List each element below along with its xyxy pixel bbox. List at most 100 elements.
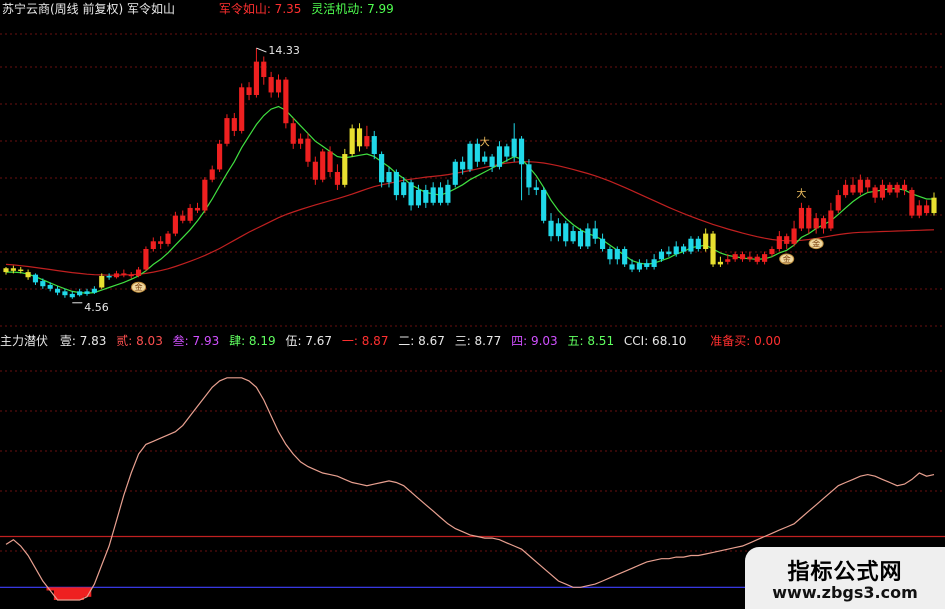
watermark-title: 指标公式网 (787, 560, 903, 585)
oscillator-name: 主力潜伏 (0, 334, 49, 348)
candle-body (533, 187, 539, 190)
candle-body (555, 223, 561, 237)
candle-body (725, 259, 731, 262)
candle-body (570, 231, 576, 242)
candle-body (312, 161, 318, 180)
candle-body (658, 251, 665, 260)
candle-body (10, 268, 16, 271)
candle-body (622, 249, 628, 265)
candle-body (526, 164, 532, 188)
candle-body (290, 123, 296, 144)
candle-body (371, 136, 377, 155)
oversold-bar (53, 587, 62, 600)
site-watermark: 指标公式网 www.zbgs3.com (745, 547, 945, 609)
candle-body (356, 128, 363, 147)
candle-body (894, 184, 900, 193)
buy-signal-text: 金 (135, 282, 143, 292)
candle-body (607, 249, 613, 260)
candle-body (165, 233, 171, 244)
oscillator-panel-header: 主力潜伏 壹: 7.83 贰: 8.03 叁: 7.93 肆: 8.19 伍: … (0, 334, 787, 348)
candle-body (408, 182, 414, 206)
candle-body (798, 207, 805, 229)
candle-body (762, 254, 768, 262)
candle-body (887, 184, 893, 193)
candle-body (541, 189, 547, 221)
candle-body (275, 79, 282, 93)
osc-item: 一: 8.87 (341, 334, 389, 348)
osc-item: 叁: 7.93 (172, 334, 220, 348)
candle-body (452, 161, 458, 185)
candle-body (629, 264, 635, 270)
candle-body (62, 291, 68, 296)
oversold-bar (68, 587, 77, 600)
candle-body (3, 268, 9, 273)
candle-body (386, 172, 392, 183)
buy-signal-text: 金 (812, 239, 820, 249)
candle-body (40, 281, 46, 287)
annotation-label: 14.33 (268, 44, 300, 57)
candle-body (320, 151, 326, 180)
candle-body (121, 273, 127, 275)
candle-body (813, 218, 819, 229)
annotation-arrow (256, 47, 267, 53)
candle-body (489, 156, 495, 167)
star-signal-icon: 大 (796, 187, 806, 200)
candle-body (843, 184, 849, 196)
candle-body (644, 263, 650, 267)
candle-body (791, 228, 797, 244)
buy-signal-text: 金 (783, 254, 791, 264)
candle-body (106, 275, 112, 278)
candle-body (283, 79, 289, 124)
candle-body (415, 189, 422, 206)
candle-body (135, 269, 142, 276)
candle-body (850, 184, 856, 193)
star-signal-icon: 大 (480, 135, 490, 148)
candle-body (673, 246, 679, 255)
price-panel-header: 苏宁云商(周线 前复权) 军令如山 军令如山: 7.35 灵活机动: 7.99 (2, 2, 400, 16)
candle-body (872, 187, 878, 198)
candle-body (253, 61, 259, 95)
candle-body (577, 231, 584, 247)
candle-body (820, 218, 827, 229)
candle-body (548, 220, 554, 237)
candle-body (769, 249, 775, 255)
candle-body (835, 195, 841, 211)
candle-body (437, 187, 444, 203)
indicator2-label: 灵活机动: 7.99 (311, 2, 394, 16)
candle-body (334, 172, 341, 185)
osc-item: CCI: 68.10 (623, 334, 687, 348)
candle-body (54, 288, 61, 293)
candle-body (931, 197, 937, 214)
candle-body (445, 184, 451, 203)
candle-body (401, 182, 407, 196)
osc-item: 二: 8.67 (398, 334, 445, 348)
osc-item: 壹: 7.83 (59, 334, 107, 348)
osc-item: 伍: 7.67 (285, 334, 333, 348)
candle-body (482, 156, 488, 162)
candle-body (99, 275, 105, 288)
osc-item: 准备买: 0.00 (710, 334, 781, 348)
candle-body (666, 251, 672, 255)
candle-body (47, 284, 53, 289)
osc-item: 五: 8.51 (567, 334, 615, 348)
candle-body (217, 143, 223, 170)
candle-body (349, 128, 355, 155)
candle-body (187, 207, 193, 221)
candle-body (143, 249, 149, 270)
candle-body (25, 272, 31, 278)
candle-body (342, 154, 348, 185)
candle-body (158, 241, 164, 244)
candle-body (732, 254, 738, 260)
candle-body (113, 273, 120, 278)
candle-body (865, 179, 871, 188)
candle-body (32, 274, 39, 283)
candle-body (327, 151, 333, 172)
candle-body (239, 87, 245, 131)
chart-canvas: 14.334.56金金金大大 (0, 33, 945, 601)
candle-body (84, 291, 90, 294)
candle-body (496, 146, 503, 167)
candle-body (224, 118, 230, 144)
candle-body (776, 236, 782, 249)
candle-body (268, 77, 274, 93)
candle-body (688, 238, 694, 252)
